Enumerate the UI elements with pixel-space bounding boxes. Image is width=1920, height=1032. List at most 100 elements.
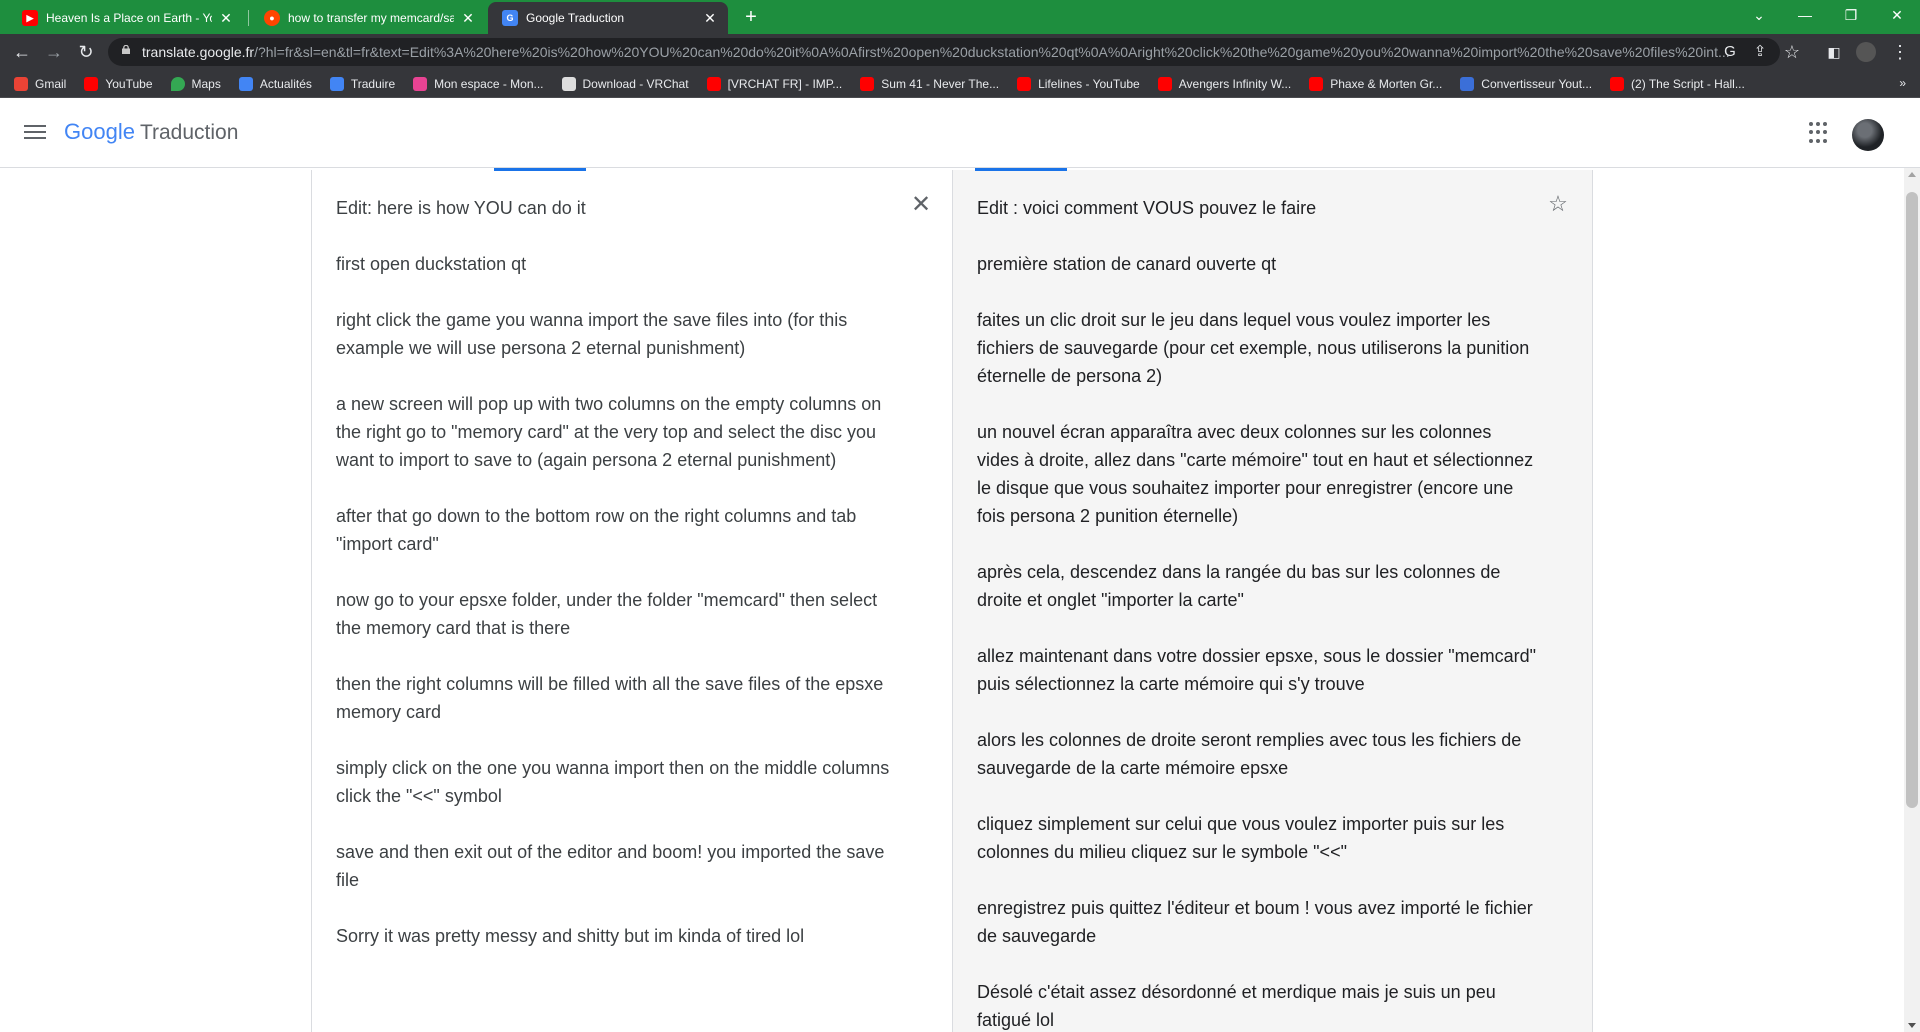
profile-avatar[interactable] [1852,38,1880,66]
scroll-up-arrow-icon[interactable] [1908,172,1916,177]
new-tab-button[interactable]: + [737,4,765,30]
close-tab-icon[interactable]: ✕ [702,10,718,27]
bookmark-item[interactable]: Actualités [238,76,312,91]
translation-output-panel: Edit : voici comment VOUS pouvez le fair… [953,168,1593,1032]
browser-tab[interactable]: ▶ Heaven Is a Place on Earth - YouT ✕ [8,2,244,34]
bookmark-item[interactable]: Traduire [329,76,395,91]
news-icon [238,76,253,91]
youtube-icon [1309,76,1324,91]
tab-title: how to transfer my memcard/sav [288,11,454,25]
translation-paragraph: faites un clic droit sur le jeu dans leq… [977,310,1530,386]
bookmark-label: Actualités [259,76,312,91]
youtube-icon [84,76,99,91]
app-header: Google Traduction [0,99,1920,168]
browser-tab[interactable]: ● how to transfer my memcard/sav ✕ [250,2,486,34]
bookmark-label: Maps [191,76,221,91]
reload-icon[interactable]: ↻ [72,38,100,66]
translation-paragraph: première station de canard ouverte qt [977,254,1277,274]
source-text-panel[interactable]: Edit: here is how YOU can do it first ope… [311,168,953,1032]
youtube-icon [860,76,875,91]
bookmark-item[interactable]: Avengers Infinity W... [1157,76,1292,91]
vrchat-icon [561,76,576,91]
minimize-icon[interactable]: — [1782,0,1828,30]
bookmark-item[interactable]: [VRCHAT FR] - IMP... [706,76,842,91]
bookmark-item[interactable]: Sum 41 - Never The... [860,76,1000,91]
bookmark-item[interactable]: (2) The Script - Hall... [1610,76,1745,91]
bookmark-item[interactable]: YouTube [84,76,153,91]
bookmark-item[interactable]: Convertisseur Yout... [1460,76,1593,91]
save-translation-star-icon[interactable]: ☆ [1547,193,1569,215]
bookmark-item[interactable]: Download - VRChat [561,76,689,91]
browser-toolbar: ← → ↻ translate.google.fr/?hl=fr&sl=en&t… [0,34,1920,70]
source-paragraph: first open duckstation qt [336,254,527,274]
back-icon[interactable]: ← [8,38,36,66]
translation-paragraph: après cela, descendez dans la rangée du … [977,562,1501,610]
close-window-icon[interactable]: ✕ [1874,0,1920,30]
close-tab-icon[interactable]: ✕ [460,10,476,27]
bookmark-label: Avengers Infinity W... [1178,76,1292,91]
bookmark-label: Mon espace - Mon... [434,76,544,91]
translation-paragraph: enregistrez puis quittez l'éditeur et bo… [977,898,1533,946]
translation-paragraph: Désolé c'était assez désordonné et merdi… [977,982,1496,1030]
scrollbar-thumb[interactable] [1906,192,1918,808]
url-path: /?hl=fr&sl=en&tl=fr&text=Edit%3A%20here%… [254,44,1730,60]
tab-search-icon[interactable]: ⌄ [1736,0,1782,30]
translation-paragraph: un nouvel écran apparaîtra avec deux col… [977,422,1534,526]
bookmarks-overflow-button[interactable]: » [1899,76,1906,90]
source-paragraph: simply click on the one you wanna import… [336,758,890,806]
menu-icon[interactable]: ⋮ [1886,38,1914,66]
tab-strip: ▶ Heaven Is a Place on Earth - YouT ✕ ● … [0,0,1920,34]
youtube-icon [1017,76,1032,91]
bookmark-item[interactable]: Lifelines - YouTube [1017,76,1140,91]
bookmark-label: (2) The Script - Hall... [1631,76,1745,91]
source-text-input[interactable]: Edit: here is how YOU can do it first ope… [336,194,896,978]
bookmark-label: Gmail [35,76,67,91]
bookmark-star-icon[interactable]: ☆ [1778,38,1806,66]
browser-tab-active[interactable]: G Google Traduction ✕ [488,2,728,34]
account-avatar[interactable] [1852,119,1884,151]
address-bar[interactable]: translate.google.fr/?hl=fr&sl=en&tl=fr&t… [108,38,1780,66]
translation-area: Edit: here is how YOU can do it first ope… [0,168,1904,1032]
logo-google: Google [64,119,135,144]
target-language-indicator [975,168,1067,171]
translation-paragraph: alors les colonnes de droite seront remp… [977,730,1522,778]
bookmark-item[interactable]: Gmail [14,76,67,91]
bookmark-label: Lifelines - YouTube [1038,76,1140,91]
bookmark-label: Download - VRChat [582,76,689,91]
url-text: translate.google.fr/?hl=fr&sl=en&tl=fr&t… [142,44,1742,60]
bookmark-item[interactable]: Mon espace - Mon... [413,76,544,91]
page-scrollbar[interactable] [1904,168,1920,1032]
hamburger-menu-icon[interactable] [24,121,46,143]
bookmark-label: Sum 41 - Never The... [881,76,1000,91]
mon-espace-icon [413,76,428,91]
restore-icon[interactable]: ❐ [1828,0,1874,30]
converter-icon [1460,76,1475,91]
gmail-icon [14,76,28,91]
source-paragraph: then the right columns will be filled wi… [336,674,884,722]
maps-icon [170,76,185,91]
side-panel-icon[interactable]: ◧ [1820,38,1848,66]
translate-icon [329,76,344,91]
source-paragraph: a new screen will pop up with two column… [336,394,882,470]
bookmark-item[interactable]: Maps [170,76,221,91]
tab-title: Google Traduction [526,11,625,25]
translation-paragraph: cliquez simplement sur celui que vous vo… [977,814,1505,862]
scroll-down-arrow-icon[interactable] [1908,1023,1916,1028]
google-lens-icon[interactable]: G [1716,38,1744,66]
bookmark-label: YouTube [105,76,153,91]
bookmarks-bar: Gmail YouTube Maps Actualités Traduire M… [0,70,1920,98]
source-paragraph: save and then exit out of the editor and… [336,842,885,890]
clear-source-icon[interactable]: ✕ [910,193,932,217]
url-host: translate.google.fr [142,44,255,60]
forward-icon[interactable]: → [40,38,68,66]
share-icon[interactable]: ⇪ [1746,38,1774,66]
reddit-icon: ● [264,10,280,26]
apps-grid-icon[interactable] [1809,122,1831,144]
close-tab-icon[interactable]: ✕ [218,10,234,27]
source-paragraph: after that go down to the bottom row on … [336,506,857,554]
google-translate-logo[interactable]: Google Traduction [64,119,238,145]
translation-paragraph: allez maintenant dans votre dossier epsx… [977,646,1537,694]
bookmark-label: Convertisseur Yout... [1481,76,1593,91]
bookmark-item[interactable]: Phaxe & Morten Gr... [1309,76,1442,91]
youtube-icon [1610,76,1625,91]
